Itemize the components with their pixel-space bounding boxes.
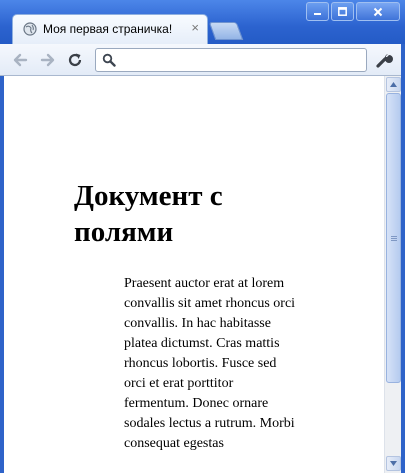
scrollbar-thumb[interactable]	[386, 93, 401, 383]
address-bar[interactable]	[95, 48, 367, 72]
toolbar	[0, 44, 405, 76]
maximize-icon[interactable]	[331, 2, 354, 21]
window-border-right	[401, 44, 405, 473]
back-arrow-icon[interactable]	[10, 50, 30, 70]
wrench-icon[interactable]	[374, 50, 394, 70]
new-tab-button[interactable]	[208, 22, 244, 40]
title-bar: Моя первая страничка! ×	[0, 0, 405, 44]
window-controls	[306, 2, 400, 21]
browser-window: Моя первая страничка! × Документ с полям…	[0, 0, 405, 473]
tab-title: Моя первая страничка!	[43, 22, 173, 36]
vertical-scrollbar[interactable]	[384, 76, 401, 473]
search-icon	[102, 53, 116, 67]
scroll-up-icon[interactable]	[386, 77, 401, 92]
tab-close-icon[interactable]: ×	[191, 20, 199, 35]
forward-arrow-icon[interactable]	[38, 50, 58, 70]
page-heading: Документ с полями	[74, 180, 223, 248]
globe-icon	[23, 22, 37, 36]
address-input[interactable]	[122, 51, 366, 71]
minimize-icon[interactable]	[306, 2, 329, 21]
tab-active[interactable]: Моя первая страничка! ×	[12, 14, 208, 44]
close-icon[interactable]	[356, 2, 400, 21]
reload-icon[interactable]	[65, 50, 85, 70]
page-content: Документ с полями Praesent auctor erat a…	[4, 76, 384, 473]
scroll-down-icon[interactable]	[386, 456, 401, 471]
page-paragraph: Praesent auctor erat at lorem convallis …	[124, 276, 296, 451]
grip-icon	[391, 236, 397, 242]
